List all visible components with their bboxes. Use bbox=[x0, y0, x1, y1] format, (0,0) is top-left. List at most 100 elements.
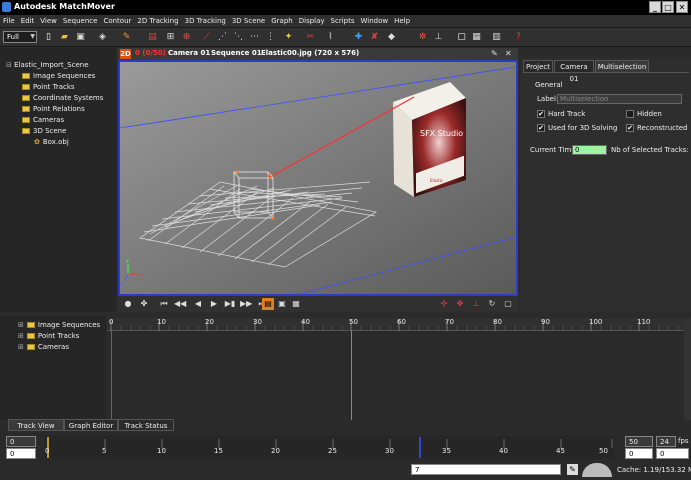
pin-icon[interactable]: ✎ bbox=[491, 49, 498, 58]
reconstructed-checkbox[interactable]: ✔ bbox=[626, 124, 634, 132]
snap-icon[interactable]: ✤ bbox=[138, 298, 150, 310]
frame-view-icon[interactable]: ▢ bbox=[502, 298, 514, 310]
end-frame-field[interactable]: 50 bbox=[625, 436, 653, 447]
cube-icon[interactable]: ◆ bbox=[385, 31, 398, 44]
layout-split-icon[interactable]: ▥ bbox=[490, 31, 503, 44]
tab-project[interactable]: Project bbox=[523, 60, 553, 72]
rotate-icon[interactable]: ↻ bbox=[486, 298, 498, 310]
menu-help[interactable]: Help bbox=[391, 15, 413, 27]
grid-tool-icon[interactable]: ⊞ bbox=[164, 31, 177, 44]
menu-window[interactable]: Window bbox=[358, 15, 392, 27]
prev-key-icon[interactable]: ◀◀ bbox=[174, 298, 186, 310]
zoom-select[interactable]: Full bbox=[3, 31, 37, 43]
menu-contour[interactable]: Contour bbox=[100, 15, 134, 27]
hidden-checkbox[interactable] bbox=[626, 110, 634, 118]
track-nodes-icon[interactable]: ⋯ bbox=[248, 31, 261, 44]
refine-icon[interactable]: ✘ bbox=[368, 31, 381, 44]
graph-icon[interactable]: ⌇ bbox=[324, 31, 337, 44]
menu-file[interactable]: File bbox=[0, 15, 18, 27]
export-icon[interactable]: ▦ bbox=[290, 298, 302, 310]
next-key-icon[interactable]: ▶▶ bbox=[240, 298, 252, 310]
magic-wand-icon[interactable]: ✦ bbox=[282, 31, 295, 44]
tab-multiselection[interactable]: Multiselection bbox=[595, 60, 649, 72]
track-nodes2-icon[interactable]: ⋮ bbox=[264, 31, 277, 44]
mode-badge[interactable]: 2D bbox=[120, 49, 131, 59]
prev-frame-icon[interactable]: ◀ bbox=[192, 298, 204, 310]
coord-system-icon[interactable]: ✲ bbox=[416, 31, 429, 44]
start-frame-field[interactable]: 0 bbox=[6, 436, 36, 447]
pan-icon[interactable]: ✣ bbox=[438, 298, 450, 310]
end-frame-field-2[interactable]: 0 bbox=[625, 448, 653, 459]
move-icon[interactable]: ✥ bbox=[454, 298, 466, 310]
track-tool-icon[interactable]: ✎ bbox=[120, 31, 133, 44]
track-view[interactable] bbox=[107, 318, 684, 420]
solve-icon[interactable]: ✚ bbox=[352, 31, 365, 44]
menu-3d-tracking[interactable]: 3D Tracking bbox=[182, 15, 229, 27]
tree-item-cameras[interactable]: Cameras bbox=[22, 115, 64, 125]
tree-root-scene[interactable]: ⊟ Elastic_Import_Scene bbox=[6, 60, 89, 70]
tree-item-coordinate-systems[interactable]: Coordinate Systems bbox=[22, 93, 103, 103]
menu-edit[interactable]: Edit bbox=[18, 15, 38, 27]
tree-item-image-sequences[interactable]: Image Sequences bbox=[22, 71, 95, 81]
track-edit-icon[interactable]: ✂ bbox=[304, 31, 317, 44]
track-view-scrollbar[interactable] bbox=[684, 318, 691, 420]
axis-icon[interactable]: ⊥ bbox=[432, 31, 445, 44]
viewport-canvas[interactable]: SFX Studio Elastic x y z bbox=[118, 60, 518, 296]
track-add-icon[interactable]: ⊕ bbox=[180, 31, 193, 44]
start-frame-field-2[interactable]: 0 bbox=[6, 448, 36, 459]
menu-2d-tracking[interactable]: 2D Tracking bbox=[134, 15, 181, 27]
film-strip-icon[interactable]: ▤ bbox=[146, 31, 159, 44]
track-tree-cameras[interactable]: ⊞ Cameras bbox=[18, 342, 69, 352]
track-point[interactable] bbox=[235, 170, 239, 174]
track-multi2-icon[interactable]: ⋱ bbox=[232, 31, 245, 44]
track-line-icon[interactable]: ⟋ bbox=[200, 31, 213, 44]
tree-item-point-relations[interactable]: Point Relations bbox=[22, 104, 85, 114]
minimize-button[interactable]: _ bbox=[649, 1, 661, 13]
time-slider[interactable]: 0 5 10 15 20 25 30 35 40 45 50 bbox=[44, 436, 614, 458]
maximize-button[interactable]: □ bbox=[662, 1, 674, 13]
save-icon[interactable]: ▣ bbox=[74, 31, 87, 44]
fps-field[interactable]: 24 bbox=[656, 436, 676, 447]
menu-3d-scene[interactable]: 3D Scene bbox=[229, 15, 268, 27]
track-tree-image-sequences[interactable]: ⊞ Image Sequences bbox=[18, 320, 100, 330]
layout-grid-icon[interactable]: ▦ bbox=[470, 31, 483, 44]
image-icon[interactable]: ▣ bbox=[276, 298, 288, 310]
green-frame-field[interactable]: 0 bbox=[656, 448, 689, 459]
track-tree-point-tracks[interactable]: ⊞ Point Tracks bbox=[18, 331, 79, 341]
tree-item-3d-scene[interactable]: 3D Scene bbox=[22, 126, 66, 136]
track-multi-icon[interactable]: ⋰ bbox=[216, 31, 229, 44]
camera-icon[interactable]: ◈ bbox=[96, 31, 109, 44]
menu-scripts[interactable]: Scripts bbox=[328, 15, 358, 27]
tab-track-view[interactable]: Track View bbox=[8, 419, 64, 431]
open-folder-icon[interactable]: ▰ bbox=[58, 31, 71, 44]
label-input[interactable]: Multiselection bbox=[557, 94, 682, 104]
menu-display[interactable]: Display bbox=[296, 15, 328, 27]
play-icon[interactable]: ▶ bbox=[208, 298, 220, 310]
edit-icon[interactable]: ✎ bbox=[567, 464, 578, 475]
new-file-icon[interactable]: ▯ bbox=[42, 31, 55, 44]
used-for-3d-checkbox[interactable]: ✔ bbox=[537, 124, 545, 132]
record-icon[interactable]: ● bbox=[122, 298, 134, 310]
tree-item-box-obj[interactable]: ✿ Box.obj bbox=[34, 137, 69, 147]
tree-item-point-tracks[interactable]: Point Tracks bbox=[22, 82, 75, 92]
axes-icon[interactable]: ⊥ bbox=[470, 298, 482, 310]
current-time-input[interactable]: 0 bbox=[572, 145, 607, 155]
tab-camera-01[interactable]: Camera 01 bbox=[554, 60, 594, 83]
next-frame-icon[interactable]: ▶▮ bbox=[224, 298, 236, 310]
track-point[interactable] bbox=[271, 216, 275, 220]
menu-view[interactable]: View bbox=[37, 15, 60, 27]
help-icon[interactable]: ? bbox=[512, 31, 525, 44]
close-view-icon[interactable]: ✕ bbox=[505, 49, 512, 58]
hard-track-checkbox[interactable]: ✔ bbox=[537, 110, 545, 118]
panel-layout-icon[interactable]: ▢ bbox=[455, 31, 468, 44]
tab-graph-editor[interactable]: Graph Editor bbox=[64, 419, 118, 431]
go-start-icon[interactable]: ⏮ bbox=[158, 298, 170, 310]
film-icon[interactable]: ▤ bbox=[262, 298, 274, 310]
menu-sequence[interactable]: Sequence bbox=[60, 15, 101, 27]
menu-graph[interactable]: Graph bbox=[268, 15, 295, 27]
close-button[interactable]: ✕ bbox=[676, 1, 688, 13]
time-cursor[interactable] bbox=[111, 331, 112, 420]
frame-input[interactable]: 7 bbox=[411, 464, 561, 475]
tab-track-status[interactable]: Track Status bbox=[118, 419, 174, 431]
frame-ruler[interactable]: 0 10 20 30 40 50 60 70 80 90 100 110 bbox=[107, 318, 684, 331]
